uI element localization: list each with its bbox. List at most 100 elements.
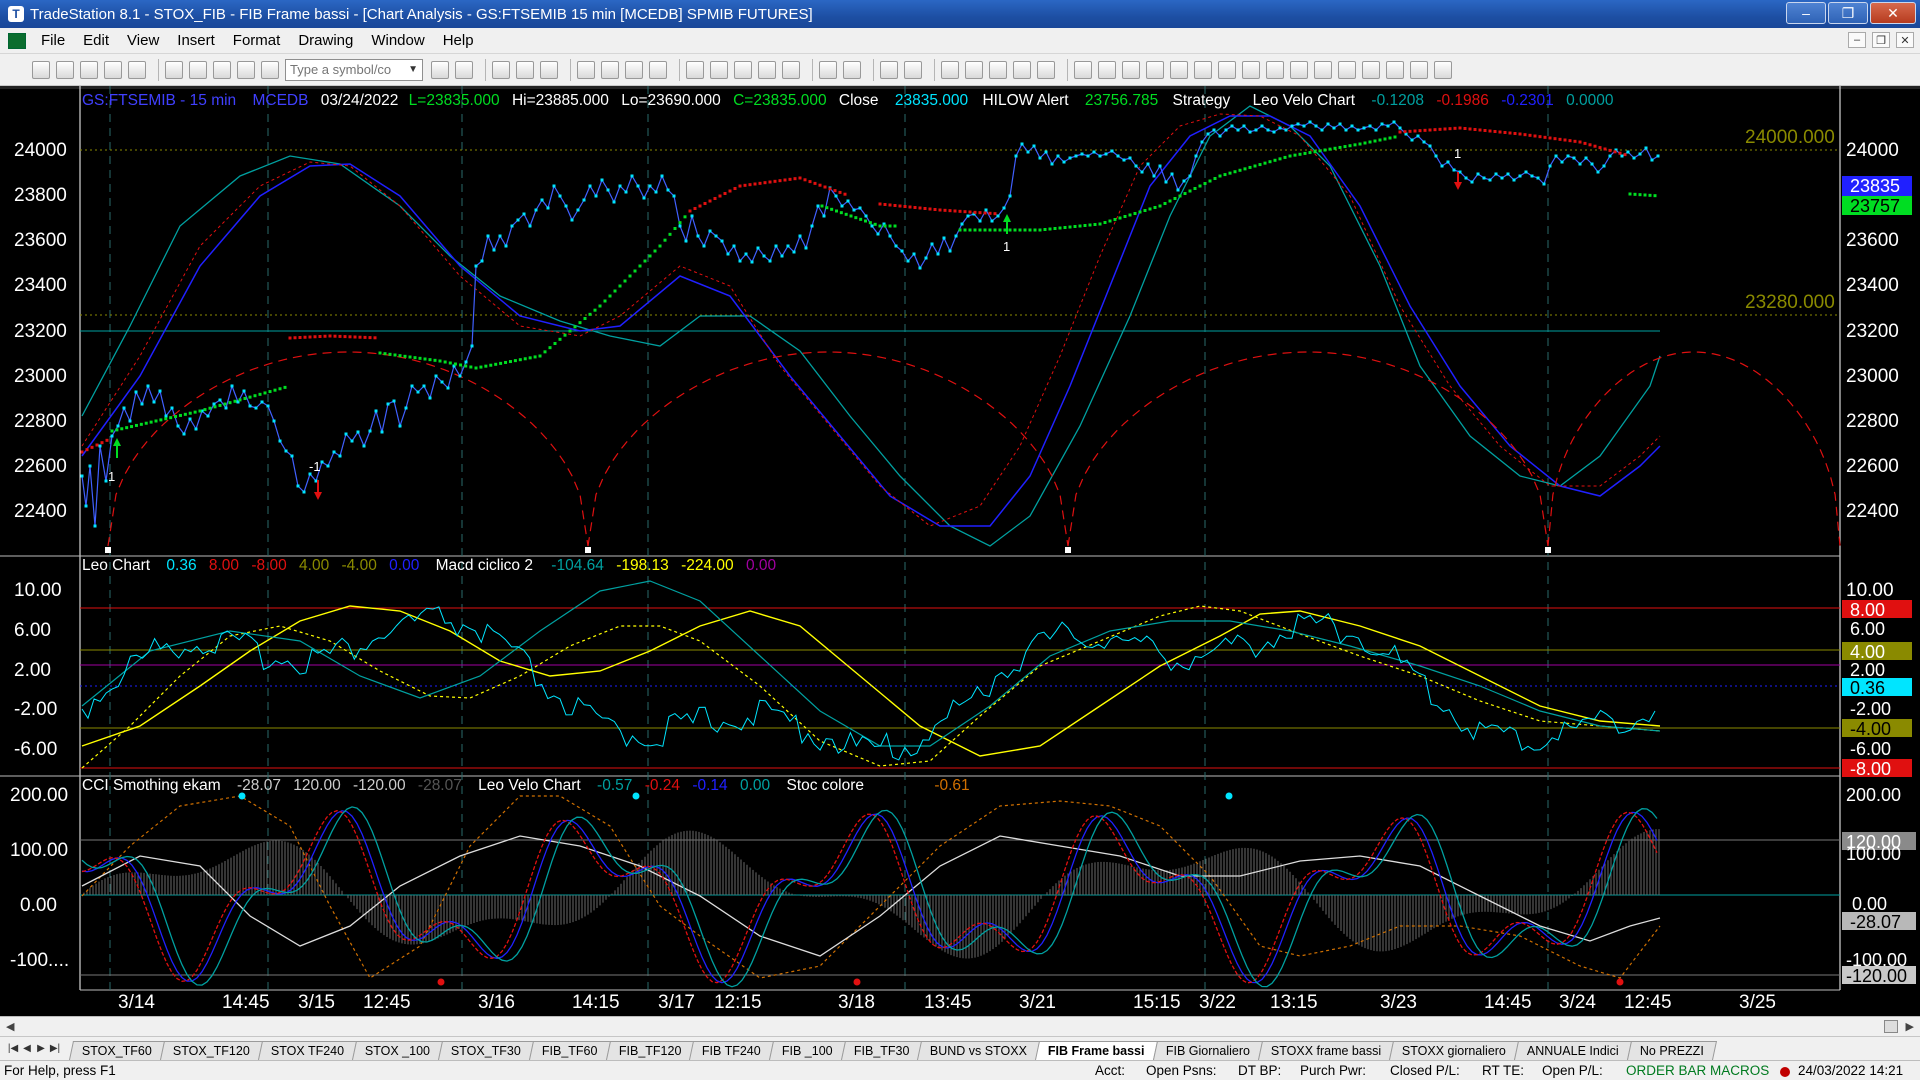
candlestick-icon[interactable]	[710, 60, 728, 79]
tab-stox-tf240[interactable]: STOX TF240	[257, 1041, 358, 1060]
data-window-icon[interactable]	[965, 60, 983, 79]
alert-icon[interactable]	[1037, 60, 1055, 79]
new-icon[interactable]	[32, 60, 50, 79]
open-icon[interactable]	[56, 60, 74, 79]
tab-fib-100[interactable]: FIB _100	[768, 1041, 846, 1060]
hilow-dot	[533, 355, 537, 359]
open-workspace-icon[interactable]	[128, 60, 146, 79]
rectangle-icon[interactable]	[1410, 60, 1428, 79]
symbol-input-box[interactable]: ▼	[285, 58, 423, 81]
lock-icon[interactable]	[213, 60, 231, 79]
matrix-icon[interactable]	[516, 60, 534, 79]
maximize-button[interactable]: ❐	[1828, 2, 1868, 24]
menu-view[interactable]: View	[118, 32, 168, 49]
bar-chart-icon[interactable]	[686, 60, 704, 79]
ellipse-icon[interactable]	[1386, 60, 1404, 79]
format-icon[interactable]	[989, 60, 1007, 79]
fib-arc-icon[interactable]	[1290, 60, 1308, 79]
arrow-up-icon[interactable]	[1362, 60, 1380, 79]
menu-window[interactable]: Window	[362, 32, 433, 49]
tab-next-icon[interactable]: ▶	[34, 1043, 48, 1054]
radar-screen-icon[interactable]	[492, 60, 510, 79]
tab-bund-vs-stoxx[interactable]: BUND vs STOXX	[917, 1041, 1041, 1060]
tab-fib-giornaliero[interactable]: FIB Giornaliero	[1152, 1041, 1263, 1060]
horizontal-scrollbar[interactable]: ◀ ▶	[0, 1016, 1920, 1036]
chart-icon[interactable]	[261, 60, 279, 79]
menu-insert[interactable]: Insert	[168, 32, 224, 49]
mdi-minimize-button[interactable]: –	[1848, 32, 1866, 48]
menu-drawing[interactable]: Drawing	[289, 32, 362, 49]
regression-icon[interactable]	[1242, 60, 1260, 79]
go-arrow-icon[interactable]	[431, 60, 449, 79]
chart-canvas[interactable]: GS:FTSEMIB - 15 min MCEDB 03/24/2022 L=2…	[0, 86, 1920, 1016]
hilow-dot	[1623, 153, 1627, 157]
fib-retracement-icon[interactable]	[1146, 60, 1164, 79]
save-icon[interactable]	[80, 60, 98, 79]
menu-format[interactable]: Format	[224, 32, 290, 49]
interval-up-icon[interactable]	[843, 60, 861, 79]
chevron-down-icon[interactable]: ▼	[408, 64, 418, 75]
menu-help[interactable]: Help	[434, 32, 483, 49]
tab-fib-tf120[interactable]: FIB_TF120	[605, 1041, 695, 1060]
tab-stoxx-giornaliero[interactable]: STOXX giornaliero	[1389, 1041, 1520, 1060]
price-dot	[392, 399, 396, 403]
strategy-icon[interactable]	[601, 60, 619, 79]
vertical-lines-icon[interactable]	[1098, 60, 1116, 79]
pointer-icon[interactable]	[941, 60, 959, 79]
tab-fib-tf30[interactable]: FIB_TF30	[840, 1041, 923, 1060]
text-icon[interactable]	[1434, 60, 1452, 79]
point-figure-icon[interactable]	[758, 60, 776, 79]
line-chart-icon[interactable]	[734, 60, 752, 79]
indicator-icon[interactable]	[577, 60, 595, 79]
menu-edit[interactable]: Edit	[74, 32, 118, 49]
tab-stoxx-frame-bassi[interactable]: STOXX frame bassi	[1257, 1041, 1395, 1060]
kagi-icon[interactable]	[782, 60, 800, 79]
news-icon[interactable]	[540, 60, 558, 79]
new-workspace-icon[interactable]	[104, 60, 122, 79]
print-icon[interactable]	[165, 60, 183, 79]
analysis-icon[interactable]	[1013, 60, 1031, 79]
channel-icon[interactable]	[1218, 60, 1236, 79]
tab-first-icon[interactable]: |◀	[6, 1043, 20, 1054]
arrow-down-icon[interactable]	[1338, 60, 1356, 79]
chart-document-icon[interactable]	[8, 32, 26, 49]
tab-stox-tf120[interactable]: STOX_TF120	[159, 1041, 263, 1060]
symbol-input[interactable]	[290, 62, 402, 77]
scroll-right-icon[interactable]: ▶	[1906, 1020, 1914, 1033]
chart-analysis-window[interactable]: GS:FTSEMIB - 15 min MCEDB 03/24/2022 L=2…	[0, 86, 1920, 1016]
order-icon[interactable]	[649, 60, 667, 79]
price-dot	[1110, 149, 1114, 153]
interval-down-icon[interactable]	[819, 60, 837, 79]
arrow-both-icon[interactable]	[1266, 60, 1284, 79]
menu-file[interactable]: File	[32, 32, 74, 49]
tab-last-icon[interactable]: ▶|	[48, 1043, 62, 1054]
pencil-icon[interactable]	[1074, 60, 1092, 79]
link-icon[interactable]	[237, 60, 255, 79]
tab-stox-tf30[interactable]: STOX_TF30	[438, 1041, 535, 1060]
tab-fib-tf240[interactable]: FIB TF240	[689, 1041, 775, 1060]
gann-fan-icon[interactable]	[1170, 60, 1188, 79]
lookup-icon[interactable]	[455, 60, 473, 79]
mdi-close-button[interactable]: ✕	[1896, 32, 1914, 48]
tab-annuale-indici[interactable]: ANNUALE Indici	[1514, 1041, 1632, 1060]
status-macros[interactable]: ORDER BAR MACROS	[1626, 1063, 1769, 1078]
scroll-thumb[interactable]	[1884, 1020, 1898, 1033]
scroll-left-icon[interactable]: ◀	[6, 1020, 14, 1033]
tab-fib-tf60[interactable]: FIB_TF60	[529, 1041, 611, 1060]
tab-fib-frame-bassi[interactable]: FIB Frame bassi	[1035, 1041, 1158, 1060]
scanner-icon[interactable]	[625, 60, 643, 79]
cycle-icon[interactable]	[1314, 60, 1332, 79]
tab-no-prezzi[interactable]: No PREZZI	[1626, 1041, 1717, 1060]
zoom-in-icon[interactable]	[880, 60, 898, 79]
close-button[interactable]: ✕	[1870, 2, 1916, 24]
trendline-icon[interactable]	[1194, 60, 1212, 79]
minimize-button[interactable]: –	[1786, 2, 1826, 24]
horizontal-lines-icon[interactable]	[1122, 60, 1140, 79]
price-dot	[480, 259, 484, 263]
print-preview-icon[interactable]	[189, 60, 207, 79]
tab-stox-tf60[interactable]: STOX_TF60	[68, 1041, 165, 1060]
tab-stox-100[interactable]: STOX _100	[351, 1041, 444, 1060]
zoom-out-icon[interactable]	[904, 60, 922, 79]
mdi-restore-button[interactable]: ❐	[1872, 32, 1890, 48]
tab-prev-icon[interactable]: ◀	[20, 1043, 34, 1054]
